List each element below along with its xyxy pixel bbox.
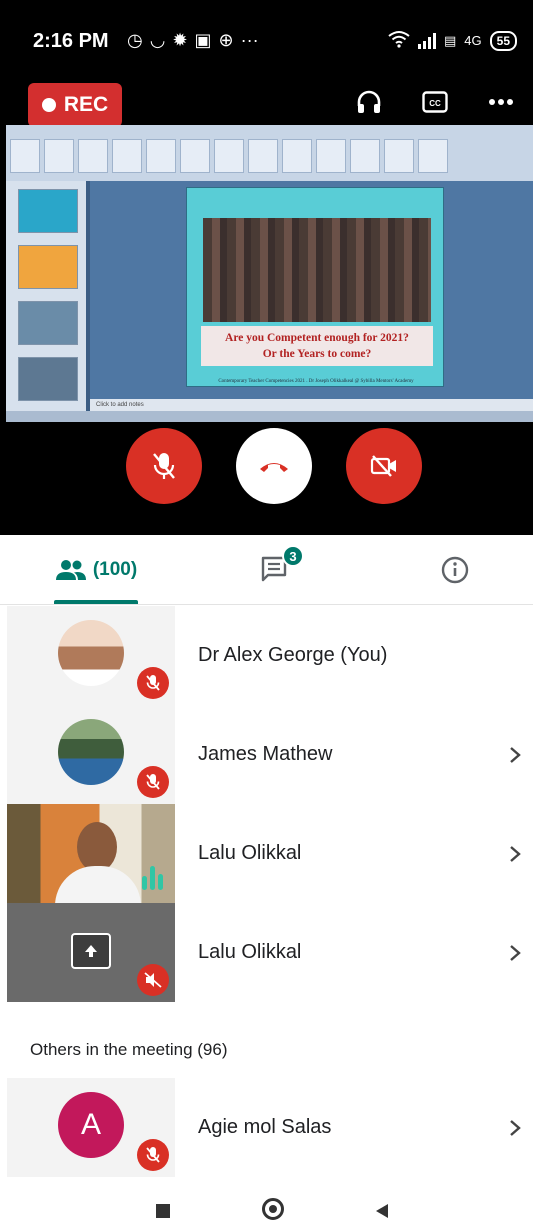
- participant-name: Lalu Olikkal: [198, 941, 302, 963]
- record-dot-icon: [41, 98, 56, 112]
- slide-footer: Contemporary Teacher Competencies 2021 .…: [218, 379, 414, 384]
- chevron-right-icon[interactable]: [509, 1078, 521, 1177]
- slide-thumbnail: [18, 301, 78, 345]
- slide-caption-line1: Are you Competent enough for 2021?: [225, 332, 409, 344]
- more-options-icon[interactable]: [485, 86, 517, 118]
- muted-mic-icon: [137, 1139, 169, 1171]
- people-icon: [55, 560, 86, 580]
- wifi-icon: [388, 30, 410, 51]
- others-section-header: Others in the meeting (96): [30, 1040, 228, 1059]
- presentation-status-bar: [6, 411, 533, 422]
- avatar: [58, 719, 124, 785]
- powerpoint-ribbon: [6, 125, 533, 181]
- chevron-right-icon[interactable]: [509, 903, 521, 1002]
- status-time: 2:16 PM: [33, 30, 109, 52]
- slide-caption-line2: Or the Years to come?: [262, 348, 372, 360]
- alarm-icon: ◷: [127, 30, 143, 50]
- video-body: [55, 866, 141, 903]
- status-bar: 2:16 PM ◷ ◡ ✹ ▣ ⊕ ··· ▤ 4G 55: [0, 22, 533, 62]
- chat-icon-wrap: 3: [260, 545, 304, 585]
- microphone-off-icon: [153, 453, 175, 479]
- video-face: [77, 822, 117, 872]
- network-type: 4G: [464, 33, 482, 48]
- avatar-initial: A: [58, 1092, 124, 1158]
- participant-row[interactable]: James Mathew: [0, 705, 533, 804]
- system-indicators: ▤ 4G 55: [388, 30, 517, 51]
- people-count: (100): [92, 559, 138, 580]
- chevron-right-icon[interactable]: [509, 705, 521, 804]
- chevron-right-icon[interactable]: [509, 804, 521, 903]
- participant-name: Lalu Olikkal: [198, 842, 302, 864]
- camera-off-icon: [370, 455, 396, 477]
- slide-photo: [203, 218, 431, 322]
- captions-label: CC: [429, 99, 441, 108]
- tab-info[interactable]: [420, 535, 490, 605]
- end-call-button[interactable]: [236, 428, 312, 504]
- screen-share-icon: [71, 933, 111, 969]
- participant-row[interactable]: Lalu Olikkal: [0, 804, 533, 903]
- recents-button[interactable]: [156, 1204, 170, 1218]
- slide-thumbnail: [18, 189, 78, 233]
- captions-icon[interactable]: CC: [419, 86, 451, 118]
- participant-row[interactable]: A Agie mol Salas: [0, 1078, 533, 1177]
- rec-label: REC: [63, 93, 109, 116]
- avatar: [58, 620, 124, 686]
- data-icon: ▤: [444, 32, 457, 48]
- participant-row[interactable]: Lalu Olikkal: [0, 903, 533, 1002]
- ribbon-controls: [10, 139, 448, 173]
- muted-mic-icon: [137, 667, 169, 699]
- participant-name: Agie mol Salas: [198, 1116, 332, 1138]
- call-screen: 2:16 PM ◷ ◡ ✹ ▣ ⊕ ··· ▤ 4G 55 REC CC Are…: [0, 0, 533, 535]
- home-button[interactable]: [262, 1198, 284, 1220]
- square-icon: ▣: [194, 30, 212, 50]
- participant-row[interactable]: Dr Alex George (You): [0, 606, 533, 705]
- notes-pane: Click to add notes: [90, 399, 533, 411]
- participant-list: Dr Alex George (You) James Mathew Lalu O…: [0, 606, 533, 1002]
- chat-unread-badge: 3: [282, 545, 304, 567]
- camera-toggle-button[interactable]: [346, 428, 422, 504]
- slide-thumbnail: [18, 245, 78, 289]
- shared-presentation: Are you Competent enough for 2021? Or th…: [6, 125, 533, 422]
- meeting-tabs: (100) 3: [0, 535, 533, 605]
- call-header-actions: CC: [353, 86, 517, 118]
- muted-mic-icon: [137, 766, 169, 798]
- slide-thumbnails: [6, 181, 86, 411]
- slide-caption: Are you Competent enough for 2021? Or th…: [201, 326, 433, 366]
- app-icon: ⊕: [218, 30, 234, 50]
- active-tab-indicator: [54, 600, 138, 604]
- call-controls: [0, 428, 533, 504]
- more-icon: ···: [240, 30, 259, 50]
- participant-name: Dr Alex George (You): [198, 644, 388, 666]
- back-button[interactable]: [376, 1204, 388, 1218]
- headphones-icon[interactable]: [353, 86, 385, 118]
- slide-thumbnail: [18, 357, 78, 401]
- settings-icon: ✹: [172, 30, 188, 50]
- notification-icons: ◷ ◡ ✹ ▣ ⊕ ···: [127, 30, 259, 50]
- recording-badge: REC: [28, 83, 122, 127]
- signal-icon: [418, 32, 436, 49]
- system-navigation-bar: [0, 1193, 533, 1220]
- tab-chat[interactable]: 3: [240, 535, 310, 605]
- info-icon: [441, 556, 469, 584]
- battery-icon: 55: [489, 30, 517, 51]
- mute-microphone-button[interactable]: [126, 428, 202, 504]
- tab-people[interactable]: (100): [40, 535, 152, 605]
- muted-audio-icon: [137, 964, 169, 996]
- speaking-indicator-icon: [142, 866, 163, 890]
- participant-name: James Mathew: [198, 743, 333, 765]
- headset-icon: ◡: [149, 30, 166, 50]
- current-slide: Are you Competent enough for 2021? Or th…: [186, 187, 444, 387]
- hang-up-icon: [260, 463, 288, 472]
